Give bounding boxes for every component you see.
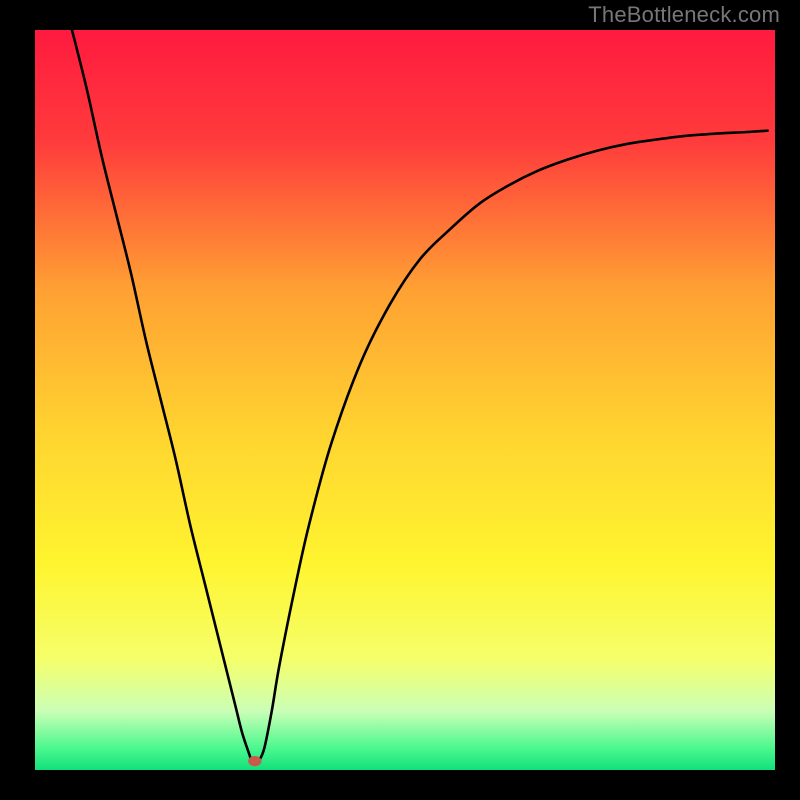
chart-frame: TheBottleneck.com xyxy=(0,0,800,800)
optimal-point-marker xyxy=(248,756,261,766)
chart-svg xyxy=(0,0,800,800)
plot-background xyxy=(35,30,775,770)
attribution-watermark: TheBottleneck.com xyxy=(588,2,780,28)
